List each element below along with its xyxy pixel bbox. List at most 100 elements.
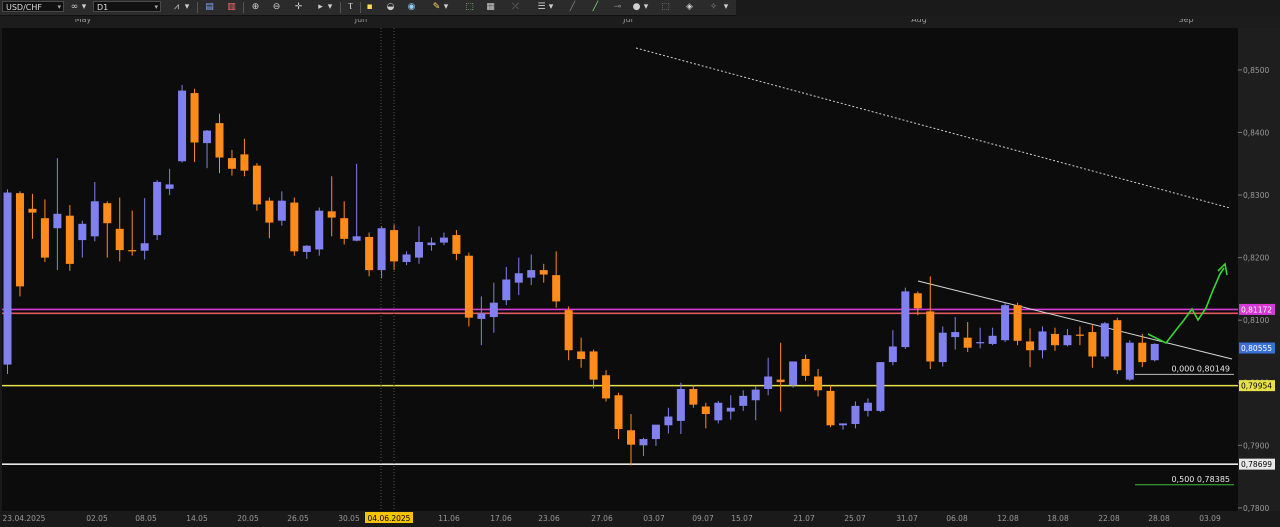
candle-body	[215, 123, 224, 158]
candle-body	[826, 390, 835, 426]
candle-body	[639, 439, 648, 446]
candle-body	[103, 203, 112, 224]
candle-body	[178, 90, 187, 162]
date-label: 31.07	[896, 514, 918, 523]
candle-body	[477, 313, 486, 319]
more-icon[interactable]: ✧	[707, 1, 720, 13]
chart-toolbar: USD/CHF ▾ ∞ ▾ D1 ▾ ⩘ ▾ ▤ ▥ ⊕ ⊖ ✛ ▸ ▾ Ⲧ ▪ ◒…	[0, 0, 736, 16]
chevron-down-icon[interactable]: ▾	[642, 1, 650, 13]
date-label: 21.07	[793, 514, 815, 523]
indicator-icon[interactable]: ▤	[203, 1, 216, 13]
date-label: 26.05	[287, 514, 309, 523]
candle	[1113, 317, 1122, 374]
chevron-down-icon[interactable]: ▾	[547, 1, 555, 13]
candle-body	[302, 245, 311, 252]
y-tick-label: 0,7800	[1243, 504, 1269, 513]
month-label: Aug	[911, 19, 927, 24]
price-axis	[1238, 28, 1280, 511]
candle	[789, 361, 798, 388]
date-label: 12.08	[997, 514, 1019, 523]
candle-body	[53, 213, 62, 229]
candlestick-chart[interactable]: 0,000 0,80149 0,500 0,78385 0,8500 0,8400 0…	[0, 28, 1280, 527]
share-icon[interactable]: ◉	[405, 1, 418, 13]
y-tick-label: 0,7900	[1243, 441, 1269, 450]
candle-body	[589, 351, 598, 380]
candle-body	[1088, 332, 1097, 357]
screenshot-icon[interactable]: ⬚	[463, 1, 476, 13]
chevron-down-icon[interactable]: ▾	[80, 1, 88, 13]
candle	[153, 180, 162, 241]
date-label: 23.06	[538, 514, 560, 523]
date-label: 11.06	[438, 514, 460, 523]
zoom-out-icon[interactable]: ⊖	[270, 1, 283, 13]
candle-body	[676, 388, 685, 421]
candle-body	[714, 402, 723, 421]
zoom-in-icon[interactable]: ⊕	[249, 1, 262, 13]
candle-body	[140, 243, 149, 251]
candle-body	[28, 208, 37, 213]
candle	[15, 191, 24, 297]
crosshair-icon[interactable]: ✛	[292, 1, 305, 13]
candle	[290, 197, 299, 256]
candle-body	[1050, 333, 1059, 346]
toolbar-divider	[197, 2, 198, 13]
candle-body	[1038, 331, 1047, 351]
candle-body	[951, 332, 960, 338]
candle-body	[901, 291, 910, 348]
oscillator-icon[interactable]: ▥	[225, 1, 238, 13]
date-label: 28.08	[1148, 514, 1170, 523]
candle-body	[240, 154, 249, 171]
candle-body	[976, 342, 985, 344]
line-icon[interactable]: ╱	[566, 1, 579, 13]
y-tick-label: 0,8300	[1243, 191, 1269, 200]
date-label: 08.05	[135, 514, 157, 523]
line-icon[interactable]: ╱	[589, 1, 602, 13]
candle	[826, 385, 835, 428]
chevron-down-icon[interactable]: ▾	[326, 1, 334, 13]
candle-body	[1063, 335, 1072, 346]
candle-body	[464, 255, 473, 318]
note-icon[interactable]: ▪	[363, 1, 376, 13]
shape-icon[interactable]: ⊸	[611, 1, 624, 13]
fib-label: 0,500 0,78385	[1171, 475, 1230, 484]
candle-body	[789, 361, 798, 386]
candle-body	[65, 215, 74, 264]
date-label: 23.04.2025	[3, 514, 46, 523]
candle-body	[888, 346, 897, 363]
plot-area	[2, 28, 1238, 511]
chevron-down-icon: ▾	[57, 3, 61, 11]
candle-body	[315, 210, 324, 250]
chevron-down-icon[interactable]: ▾	[442, 1, 450, 13]
candle	[252, 163, 261, 211]
fibonacci-icon[interactable]: ▦	[484, 1, 497, 13]
paint-icon[interactable]: ◒	[384, 1, 397, 13]
candle-body	[627, 430, 635, 445]
candle-body	[739, 395, 748, 406]
symbol-select[interactable]: USD/CHF ▾	[2, 1, 64, 12]
more-icon[interactable]: ⬚	[659, 1, 672, 13]
delete-icon[interactable]: ◈	[683, 1, 696, 13]
candle-body	[1001, 305, 1010, 341]
candle	[365, 232, 374, 277]
chart-type-icon[interactable]: ⩘	[170, 1, 183, 13]
date-label: 14.05	[186, 514, 208, 523]
candle-body	[764, 376, 773, 389]
timeframe-select[interactable]: D1 ▾	[93, 1, 161, 12]
chevron-down-icon[interactable]: ▾	[183, 1, 191, 13]
price-badge-label: 0,81172	[1241, 305, 1272, 314]
price-badge-label: 0,79954	[1241, 382, 1272, 391]
candle-body	[128, 250, 137, 252]
candle-body	[452, 235, 461, 254]
date-label: 04.06.2025	[368, 514, 411, 523]
channel-icon[interactable]: ⤫	[509, 1, 522, 13]
candle-body	[851, 405, 860, 425]
chevron-down-icon[interactable]: ▾	[722, 1, 730, 13]
candle-body	[863, 402, 872, 411]
price-badge-label: 0,78699	[1241, 460, 1272, 469]
candle-body	[265, 200, 274, 223]
candle-body	[115, 228, 124, 251]
candle-body	[252, 165, 261, 205]
candle	[315, 207, 324, 256]
text-icon[interactable]: Ⲧ	[344, 1, 357, 13]
candle-body	[614, 395, 623, 430]
